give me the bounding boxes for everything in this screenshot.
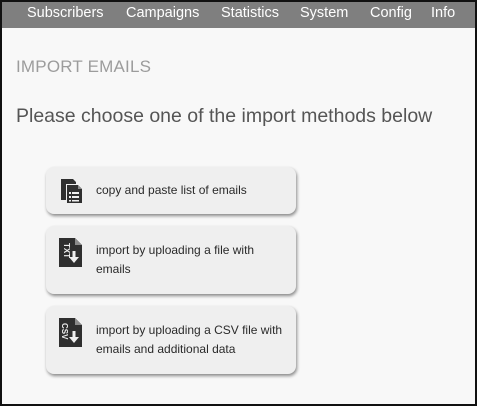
- copy-paste-option-label: copy and paste list of emails: [96, 183, 247, 197]
- nav-config[interactable]: Config: [370, 4, 412, 22]
- import-instructions: Please choose one of the import methods …: [16, 105, 433, 127]
- nav-subscribers[interactable]: Subscribers: [27, 4, 104, 22]
- csv-icon-label: CSV: [60, 323, 69, 340]
- nav-campaigns[interactable]: Campaigns: [126, 4, 199, 22]
- nav-info[interactable]: Info: [431, 4, 455, 22]
- txt-icon-label: TXT: [62, 243, 71, 258]
- csv-file-upload-icon: CSV: [59, 318, 82, 347]
- file-upload-option-button[interactable]: TXT import by uploading a file with emai…: [46, 226, 296, 294]
- txt-file-upload-icon: TXT: [59, 238, 82, 267]
- csv-upload-option-button[interactable]: CSV import by uploading a CSV file with …: [46, 306, 296, 374]
- app-frame: Subscribers Campaigns Statistics System …: [0, 0, 477, 406]
- paste-list-icon: [61, 179, 82, 203]
- top-navbar: Subscribers Campaigns Statistics System …: [2, 2, 475, 28]
- nav-statistics[interactable]: Statistics: [221, 4, 279, 22]
- csv-upload-option-label: import by uploading a CSV file with emai…: [96, 323, 283, 356]
- file-upload-option-label: import by uploading a file with emails: [96, 243, 255, 276]
- page-title: IMPORT EMAILS: [16, 57, 152, 76]
- copy-paste-option-button[interactable]: copy and paste list of emails: [46, 167, 296, 214]
- nav-system[interactable]: System: [300, 4, 348, 22]
